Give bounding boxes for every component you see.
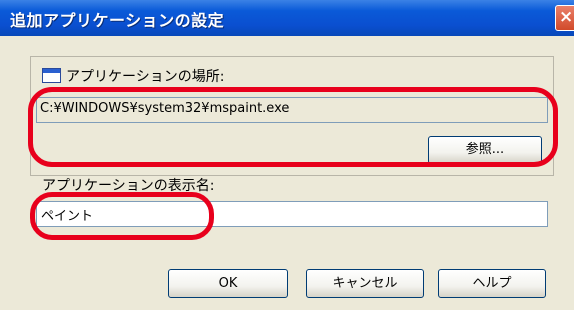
close-button[interactable]: × — [555, 5, 574, 31]
highlight-ellipse-location — [28, 87, 558, 167]
close-icon: × — [559, 7, 574, 27]
dialog-title: 追加アプリケーションの設定 — [10, 11, 225, 30]
dialog-window: 追加アプリケーションの設定 × アプリケーションの場所: C:¥WINDOWS¥… — [0, 0, 574, 310]
help-button[interactable]: ヘルプ — [438, 269, 546, 298]
cancel-button[interactable]: キャンセル — [306, 269, 424, 298]
ok-button[interactable]: OK — [168, 269, 288, 298]
highlight-ellipse-name — [30, 192, 214, 240]
title-bar[interactable]: 追加アプリケーションの設定 × — [0, 0, 574, 36]
location-label: アプリケーションの場所: — [66, 69, 225, 85]
window-icon — [42, 68, 61, 83]
